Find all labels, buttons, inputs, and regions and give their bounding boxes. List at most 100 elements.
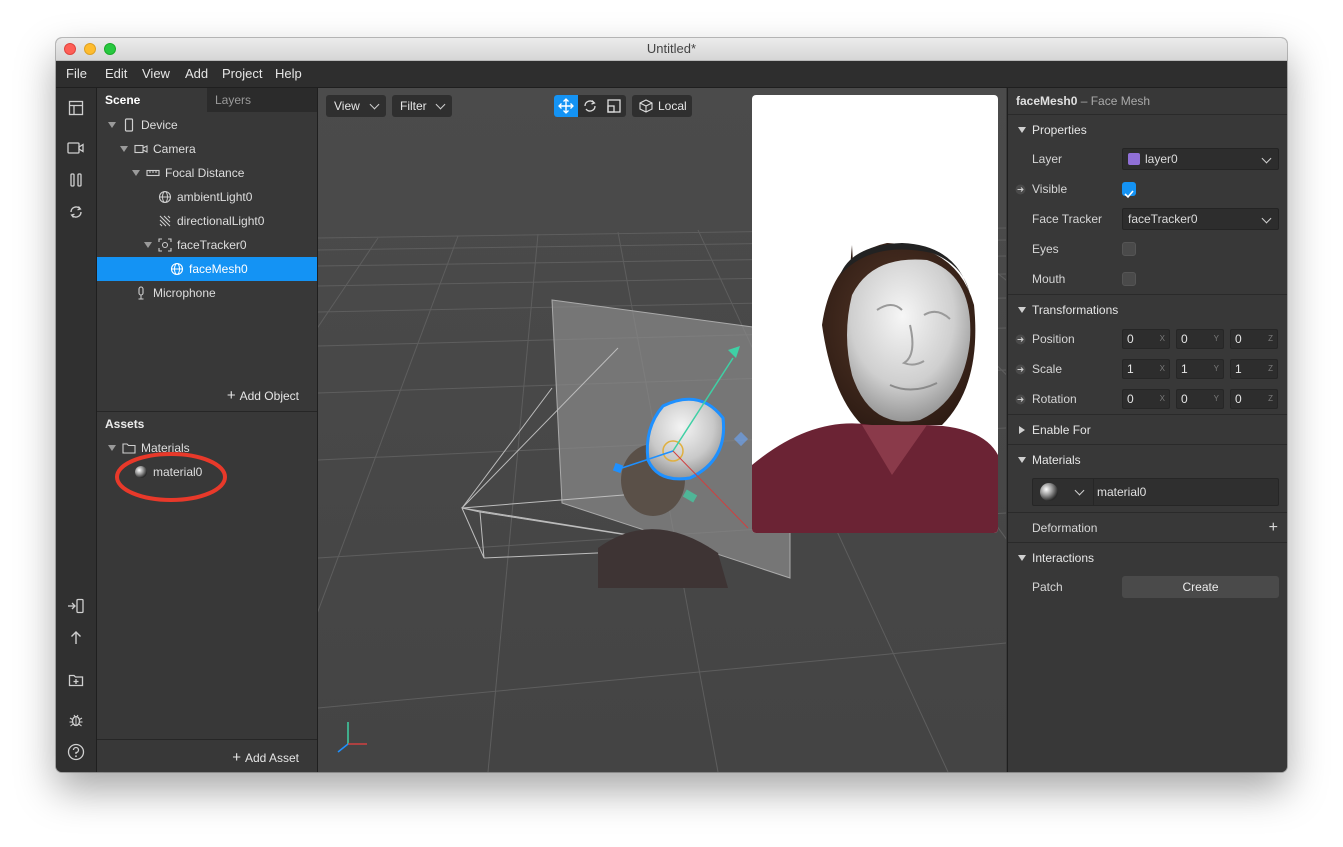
bug-icon[interactable] (66, 710, 86, 730)
section-enable-for[interactable]: Enable For (1008, 414, 1287, 445)
move-icon (558, 98, 574, 114)
tree-item-facemesh0[interactable]: faceMesh0 (97, 257, 317, 281)
rotation-y-field[interactable]: 0Y (1176, 389, 1224, 409)
deformation-label: Deformation (1032, 521, 1098, 535)
refresh-icon[interactable] (66, 202, 86, 222)
upload-icon[interactable] (66, 628, 86, 648)
expand-icon[interactable] (144, 242, 152, 248)
scale-x-field[interactable]: 1X (1122, 359, 1170, 379)
add-object-button[interactable]: + Add Object (227, 387, 299, 404)
video-camera-icon[interactable] (66, 138, 86, 158)
material-slot[interactable]: material0 (1032, 478, 1279, 506)
patch-arrow-icon[interactable] (1015, 184, 1026, 195)
scale-row: Scale 1X 1Y 1Z (1008, 354, 1287, 384)
send-to-device-icon[interactable] (66, 596, 86, 616)
filter-dropdown[interactable]: Filter (392, 95, 452, 117)
expand-icon[interactable] (132, 170, 140, 176)
local-space-toggle[interactable]: Local (632, 95, 692, 117)
ruler-icon (146, 166, 160, 180)
eyes-checkbox[interactable] (1122, 242, 1136, 256)
layout-icon[interactable] (66, 98, 86, 118)
tree-item-label: Microphone (153, 286, 216, 300)
tree-item-label: Camera (153, 142, 196, 156)
scene-tabs: Scene Layers (97, 88, 317, 112)
add-object-label: Add Object (239, 389, 299, 403)
chevron-down-icon (435, 99, 446, 110)
tree-item-camera[interactable]: Camera (97, 137, 317, 161)
tree-item-device[interactable]: Device (97, 113, 317, 137)
scale-z-field[interactable]: 1Z (1230, 359, 1278, 379)
phone-icon (122, 118, 136, 132)
add-folder-icon[interactable] (66, 670, 86, 690)
tree-item-directionallight0[interactable]: directionalLight0 (97, 209, 317, 233)
face-tracker-row: Face Tracker faceTracker0 (1008, 204, 1287, 234)
tree-item-facetracker0[interactable]: faceTracker0 (97, 233, 317, 257)
help-icon[interactable] (66, 742, 86, 762)
position-y-value: 0 (1181, 332, 1188, 346)
add-asset-button[interactable]: + Add Asset (232, 749, 299, 766)
position-x-value: 0 (1127, 332, 1134, 346)
zoom-window-button[interactable] (104, 43, 116, 55)
viewport[interactable]: View Filter Local (318, 88, 1006, 772)
menu-edit[interactable]: Edit (105, 61, 127, 87)
tab-layers[interactable]: Layers (207, 88, 317, 112)
assets-title: Assets (105, 417, 145, 431)
material-picker[interactable] (1033, 479, 1094, 505)
menu-add[interactable]: Add (185, 61, 208, 87)
tree-item-ambientlight0[interactable]: ambientLight0 (97, 185, 317, 209)
minimize-window-button[interactable] (84, 43, 96, 55)
expand-icon (1018, 307, 1026, 313)
view-dropdown[interactable]: View (326, 95, 386, 117)
create-patch-button[interactable]: Create (1122, 576, 1279, 598)
add-deformation-plus-icon[interactable]: + (1269, 513, 1278, 543)
scale-y-field[interactable]: 1Y (1176, 359, 1224, 379)
section-title: Materials (1032, 453, 1081, 467)
mouth-checkbox[interactable] (1122, 272, 1136, 286)
close-window-button[interactable] (64, 43, 76, 55)
cube-icon (639, 99, 653, 113)
patch-arrow-icon[interactable] (1015, 334, 1026, 345)
rotate-tool-button[interactable] (578, 95, 602, 117)
pause-icon[interactable] (66, 170, 86, 190)
section-properties[interactable]: Properties (1008, 114, 1287, 145)
scale-x-value: 1 (1127, 362, 1134, 376)
menu-project[interactable]: Project (222, 61, 262, 87)
expand-icon[interactable] (108, 122, 116, 128)
deformation-row: Deformation + (1008, 512, 1287, 543)
position-z-field[interactable]: 0Z (1230, 329, 1278, 349)
layer-dropdown[interactable]: layer0 (1122, 148, 1279, 170)
expand-icon[interactable] (120, 146, 128, 152)
app-window: Untitled* File Edit View Add Project Hel… (56, 38, 1287, 772)
layer-value: layer0 (1145, 152, 1178, 166)
rotation-z-field[interactable]: 0Z (1230, 389, 1278, 409)
section-materials[interactable]: Materials (1008, 444, 1287, 475)
patch-arrow-icon[interactable] (1015, 394, 1026, 405)
position-row: Position 0X 0Y 0Z (1008, 324, 1287, 354)
section-transformations[interactable]: Transformations (1008, 294, 1287, 325)
visible-checkbox[interactable] (1122, 182, 1136, 199)
menu-view[interactable]: View (142, 61, 170, 87)
position-y-field[interactable]: 0Y (1176, 329, 1224, 349)
chevron-down-icon (369, 99, 380, 110)
simulator-preview[interactable] (752, 95, 998, 533)
plus-icon: + (226, 387, 236, 404)
tree-item-microphone[interactable]: Microphone (97, 281, 317, 305)
move-tool-button[interactable] (554, 95, 578, 117)
chevron-down-icon (1074, 485, 1085, 496)
directional-light-icon (158, 214, 172, 228)
section-title: Interactions (1032, 551, 1095, 565)
tree-item-focal-distance[interactable]: Focal Distance (97, 161, 317, 185)
menu-help[interactable]: Help (275, 61, 302, 87)
tab-scene[interactable]: Scene (97, 88, 207, 112)
rotation-x-field[interactable]: 0X (1122, 389, 1170, 409)
menu-file[interactable]: File (66, 61, 87, 87)
position-x-field[interactable]: 0X (1122, 329, 1170, 349)
position-label: Position (1032, 332, 1075, 346)
patch-arrow-icon[interactable] (1015, 364, 1026, 375)
scale-tool-button[interactable] (602, 95, 626, 117)
object-name: faceMesh0 (1016, 94, 1078, 108)
rotate-icon (584, 100, 596, 112)
face-tracker-dropdown[interactable]: faceTracker0 (1122, 208, 1279, 230)
section-interactions[interactable]: Interactions (1008, 542, 1287, 573)
axis-x-label: X (1159, 394, 1165, 403)
